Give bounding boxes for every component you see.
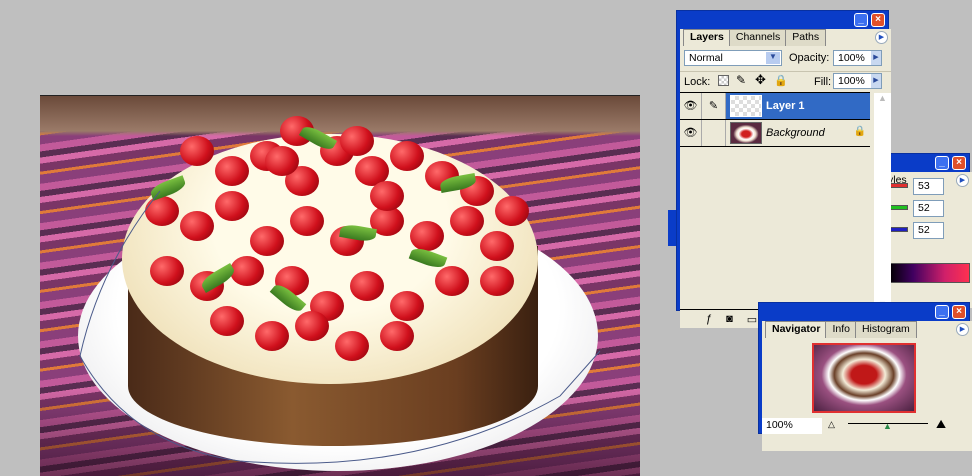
close-button[interactable]: ×: [871, 13, 885, 27]
lock-transparency-icon[interactable]: [718, 75, 729, 86]
new-group-icon[interactable]: ▭: [747, 313, 757, 326]
minimize-button[interactable]: _: [935, 305, 949, 319]
zoom-field[interactable]: 100%: [762, 418, 822, 434]
layer-style-icon[interactable]: ƒ: [706, 313, 712, 325]
visibility-eye-icon[interactable]: 👁: [680, 120, 702, 146]
layers-panel: _ × Layers Channels Paths ▶ Normal ▼ Opac…: [676, 10, 891, 328]
color-value-field[interactable]: 52: [913, 222, 944, 239]
visibility-eye-icon[interactable]: 👁: [680, 93, 702, 119]
close-button[interactable]: ×: [952, 305, 966, 319]
opacity-field[interactable]: 100% ▶: [833, 50, 882, 66]
tab-navigator[interactable]: Navigator: [765, 321, 828, 338]
tab-channels[interactable]: Channels: [728, 29, 788, 46]
lock-icon: 🔒: [853, 126, 866, 137]
layer-thumbnail: [730, 95, 762, 117]
color-value-field[interactable]: 53: [913, 178, 944, 195]
link-cell: [702, 120, 726, 146]
opacity-label: Opacity:: [789, 52, 830, 64]
blend-mode-value: Normal: [689, 52, 723, 64]
lock-move-icon[interactable]: ✥: [755, 72, 766, 88]
arrow-right-icon[interactable]: ▶: [871, 51, 881, 65]
blend-mode-select[interactable]: Normal ▼: [684, 50, 782, 66]
minimize-button[interactable]: _: [935, 156, 949, 170]
tab-layers[interactable]: Layers: [683, 29, 731, 46]
navigator-preview[interactable]: [812, 343, 916, 413]
zoom-out-icon[interactable]: △: [828, 419, 835, 430]
fill-field[interactable]: 100% ▶: [833, 73, 882, 89]
tab-paths[interactable]: Paths: [785, 29, 827, 46]
fill-label: Fill:: [814, 76, 832, 88]
color-value-field[interactable]: 52: [913, 200, 944, 217]
opacity-value: 100%: [838, 52, 865, 64]
close-button[interactable]: ×: [952, 156, 966, 170]
layer-row-background[interactable]: 👁 Background 🔒: [680, 120, 870, 147]
layer-mask-icon[interactable]: ◙: [726, 313, 733, 325]
panel-menu-button[interactable]: ▶: [956, 174, 969, 187]
path-outline: [79, 190, 601, 464]
zoom-value: 100%: [766, 419, 793, 431]
lock-paint-icon[interactable]: ✎: [736, 73, 746, 87]
lock-all-icon[interactable]: 🔒: [774, 74, 788, 87]
lock-label: Lock:: [684, 76, 711, 88]
tab-histogram[interactable]: Histogram: [854, 321, 917, 338]
zoom-in-icon[interactable]: ⛰: [936, 417, 946, 432]
chevron-down-icon: ▼: [766, 52, 780, 64]
minimize-button[interactable]: _: [854, 13, 868, 27]
panel-menu-button[interactable]: ▶: [956, 323, 969, 336]
layer-name[interactable]: Layer 1: [766, 100, 805, 112]
layer-thumbnail: [730, 122, 762, 144]
color-ramp[interactable]: [888, 263, 970, 283]
brush-icon: ✎: [702, 93, 726, 119]
panel-menu-button[interactable]: ▶: [875, 31, 888, 44]
document-canvas[interactable]: [40, 95, 640, 476]
zoom-slider-thumb[interactable]: ▲: [883, 421, 892, 431]
fill-value: 100%: [838, 75, 865, 87]
layers-scrollbar[interactable]: ▲ ▼: [874, 93, 891, 309]
arrow-right-icon[interactable]: ▶: [871, 74, 881, 88]
tab-info[interactable]: Info: [825, 321, 857, 338]
navigator-panel: _ × Navigator Info Histogram ▶ 100% △ ▲ …: [758, 302, 972, 451]
layer-name[interactable]: Background: [766, 127, 825, 139]
layer-row-layer-1[interactable]: 👁 ✎ Layer 1: [680, 93, 870, 120]
